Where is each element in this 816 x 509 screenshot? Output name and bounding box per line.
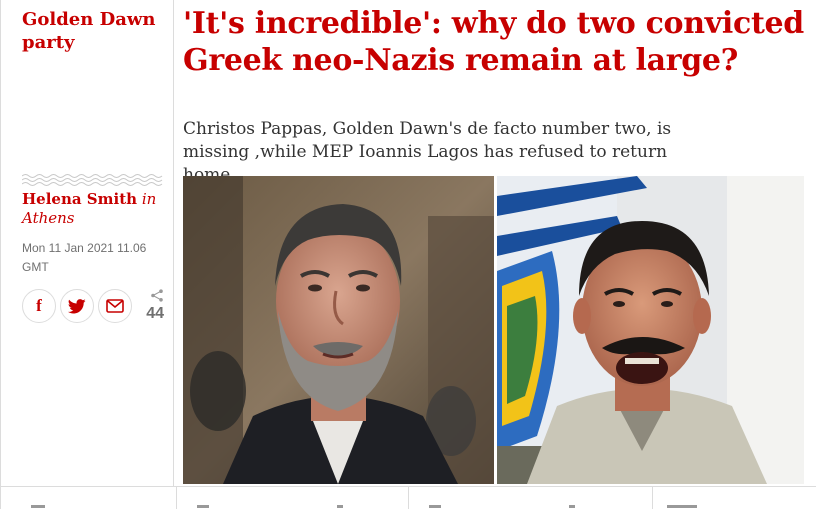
bottom-cell[interactable] [408, 487, 652, 509]
share-icon [151, 289, 163, 302]
email-icon [106, 299, 124, 313]
photo-ioannis-lagos [183, 176, 494, 484]
bottom-cell[interactable] [652, 487, 816, 509]
squiggle-divider [22, 174, 163, 186]
bottom-content-strip [0, 486, 816, 509]
share-row: f 44 [22, 289, 167, 325]
byline: Helena Smith in Athens [22, 190, 162, 228]
photo-christos-pappas [497, 176, 804, 484]
series-link[interactable]: Golden Dawn party [22, 8, 162, 54]
facebook-icon: f [36, 296, 42, 315]
bottom-cell[interactable] [176, 487, 408, 509]
twitter-icon [68, 298, 86, 313]
email-share-button[interactable] [98, 289, 132, 323]
facebook-share-button[interactable]: f [22, 289, 56, 323]
article-headline: 'It's incredible': why do two convicted … [183, 6, 804, 78]
share-count-number: 44 [146, 305, 164, 322]
bottom-cell[interactable] [0, 487, 176, 509]
author-link[interactable]: Helena Smith [22, 190, 137, 208]
share-count: 44 [136, 289, 164, 323]
twitter-share-button[interactable] [60, 289, 94, 323]
publish-date[interactable]: Mon 11 Jan 2021 11.06 GMT [22, 239, 152, 277]
left-meta-column: Golden Dawn party Helena Smith in Athens… [0, 0, 174, 486]
